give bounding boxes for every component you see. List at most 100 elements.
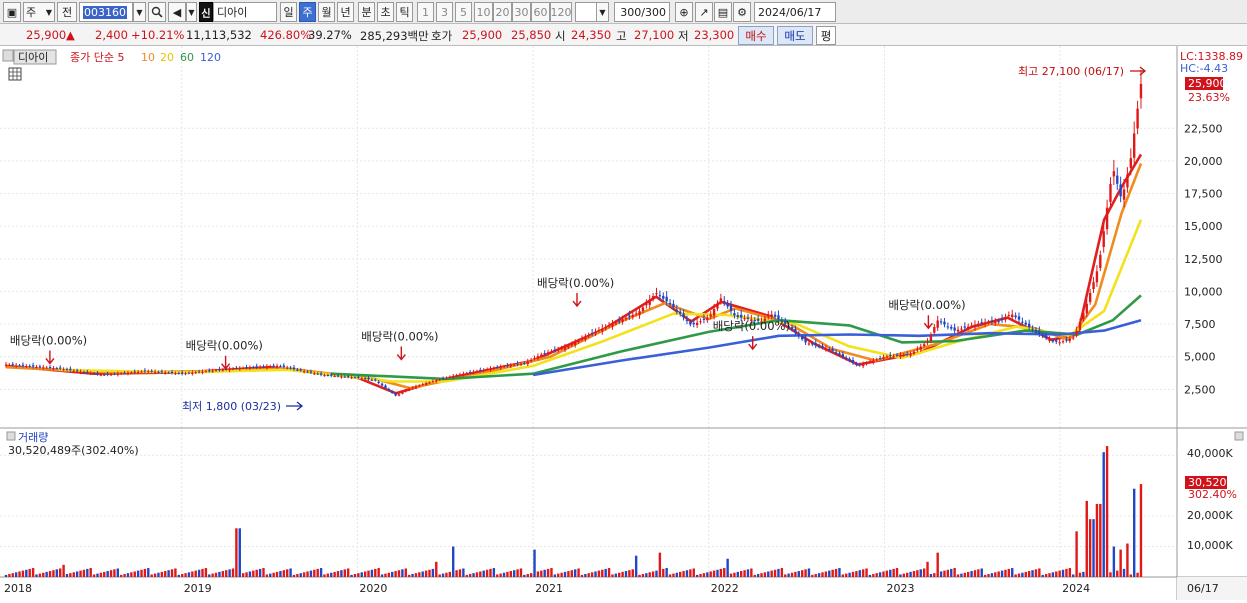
trend-icon[interactable]: ↗	[695, 2, 713, 22]
volume-bar	[225, 570, 228, 577]
interval-1[interactable]: 1	[417, 2, 434, 22]
candle-body	[428, 382, 431, 384]
candle-body	[292, 367, 296, 370]
period-year[interactable]: 년	[337, 2, 354, 22]
volume-bar	[868, 574, 872, 577]
interval-120[interactable]: 120	[550, 2, 572, 22]
volume-bar	[509, 571, 513, 577]
interval-30[interactable]: 30	[512, 2, 531, 22]
volume-bar	[963, 572, 966, 577]
candle-body	[65, 369, 69, 371]
volume-bar	[197, 569, 201, 577]
candle-body	[191, 372, 194, 374]
candle-body	[119, 373, 123, 375]
period-second[interactable]: 초	[377, 2, 394, 22]
stock-name-field[interactable]: 디아이	[213, 2, 277, 22]
save-icon[interactable]: ▤	[714, 2, 732, 22]
period-day[interactable]: 일	[280, 2, 297, 22]
volume-bar	[563, 571, 567, 577]
speaker-dropdown-icon[interactable]: ▼	[186, 2, 197, 22]
candle-body	[170, 371, 174, 373]
candle-body	[492, 367, 496, 369]
volume-bar	[1058, 570, 1061, 577]
search-icon[interactable]	[148, 2, 166, 22]
buy-button[interactable]: 매수	[738, 26, 774, 45]
indicator-icon[interactable]: ⊕	[675, 2, 693, 22]
volume-bar	[997, 571, 1000, 577]
volume-bar	[736, 571, 740, 577]
candle-body	[841, 354, 845, 357]
count-input[interactable]: 300/300	[614, 2, 670, 22]
volume-bar	[1024, 571, 1027, 577]
period-tick[interactable]: 틱	[396, 2, 413, 22]
candle-body	[831, 348, 834, 351]
candle-body	[543, 353, 546, 355]
candle-body	[1048, 339, 1051, 341]
market-select[interactable]: 주 ▼	[23, 2, 55, 22]
candle-body	[770, 314, 773, 317]
sell-button[interactable]: 매도	[777, 26, 813, 45]
candle-body	[1082, 312, 1085, 320]
y-tick-label: 15,000	[1184, 220, 1223, 233]
volume-bar	[28, 568, 31, 577]
candle-body	[838, 353, 841, 355]
eval-button[interactable]: 평	[816, 26, 836, 45]
candle-body	[848, 358, 851, 361]
candle-body	[1031, 328, 1034, 330]
date-input[interactable]: 2024/06/17	[754, 2, 836, 22]
volume-bar	[208, 574, 211, 577]
volume-panel-icon[interactable]	[6, 431, 16, 441]
volume-bar	[472, 573, 475, 577]
volume-close-icon[interactable]	[1234, 431, 1244, 441]
table-icon[interactable]	[8, 67, 22, 81]
volume-bar	[977, 569, 980, 577]
candle-body	[475, 371, 479, 373]
volume-bar	[133, 571, 136, 577]
interval-dropdown-icon[interactable]: ▼	[596, 2, 609, 22]
period-week[interactable]: 주	[299, 2, 316, 22]
candle-body	[8, 364, 11, 366]
y-tick-label: 22,500	[1184, 122, 1223, 135]
volume-bar	[306, 571, 309, 577]
candle-body	[1024, 322, 1027, 325]
volume-bar	[506, 571, 509, 577]
volume-bar	[929, 574, 933, 577]
interval-10[interactable]: 10	[474, 2, 493, 22]
candle-body	[889, 355, 892, 357]
interval-5[interactable]: 5	[455, 2, 472, 22]
candle-body	[258, 366, 262, 368]
interval-60[interactable]: 60	[531, 2, 550, 22]
candle-body	[1065, 339, 1068, 341]
candle-body	[313, 373, 316, 375]
candle-body	[103, 374, 106, 376]
candle-body	[286, 367, 289, 369]
volume-bar	[784, 574, 787, 577]
period-month[interactable]: 월	[318, 2, 335, 22]
interval-20[interactable]: 20	[493, 2, 512, 22]
interval-3[interactable]: 3	[436, 2, 453, 22]
candle-body	[550, 351, 553, 353]
candle-body	[1136, 108, 1139, 129]
candle-body	[648, 299, 651, 305]
volume-bar	[875, 573, 878, 577]
custom-interval-input[interactable]	[575, 2, 597, 22]
candle-body	[69, 368, 72, 371]
prev-button[interactable]: 전	[57, 2, 77, 22]
code-dropdown-icon[interactable]: ▼	[133, 2, 146, 22]
stock-code-input[interactable]: 003160	[79, 2, 133, 22]
candle-body	[1078, 321, 1082, 330]
candle-body	[733, 313, 736, 316]
candle-body	[387, 389, 391, 391]
candle-body	[14, 365, 18, 367]
candle-body	[394, 393, 397, 396]
gear-icon[interactable]: ⚙	[733, 2, 751, 22]
speaker-icon[interactable]: ◀	[168, 2, 186, 22]
period-minute[interactable]: 분	[358, 2, 375, 22]
volume-bar	[756, 574, 760, 577]
window-menu-icon[interactable]: ▣	[3, 2, 21, 22]
candle-body	[18, 365, 21, 367]
volume-bar	[448, 571, 452, 577]
candle-body	[177, 373, 180, 375]
candle-body	[164, 372, 167, 374]
panel-menu-icon[interactable]	[2, 49, 14, 62]
